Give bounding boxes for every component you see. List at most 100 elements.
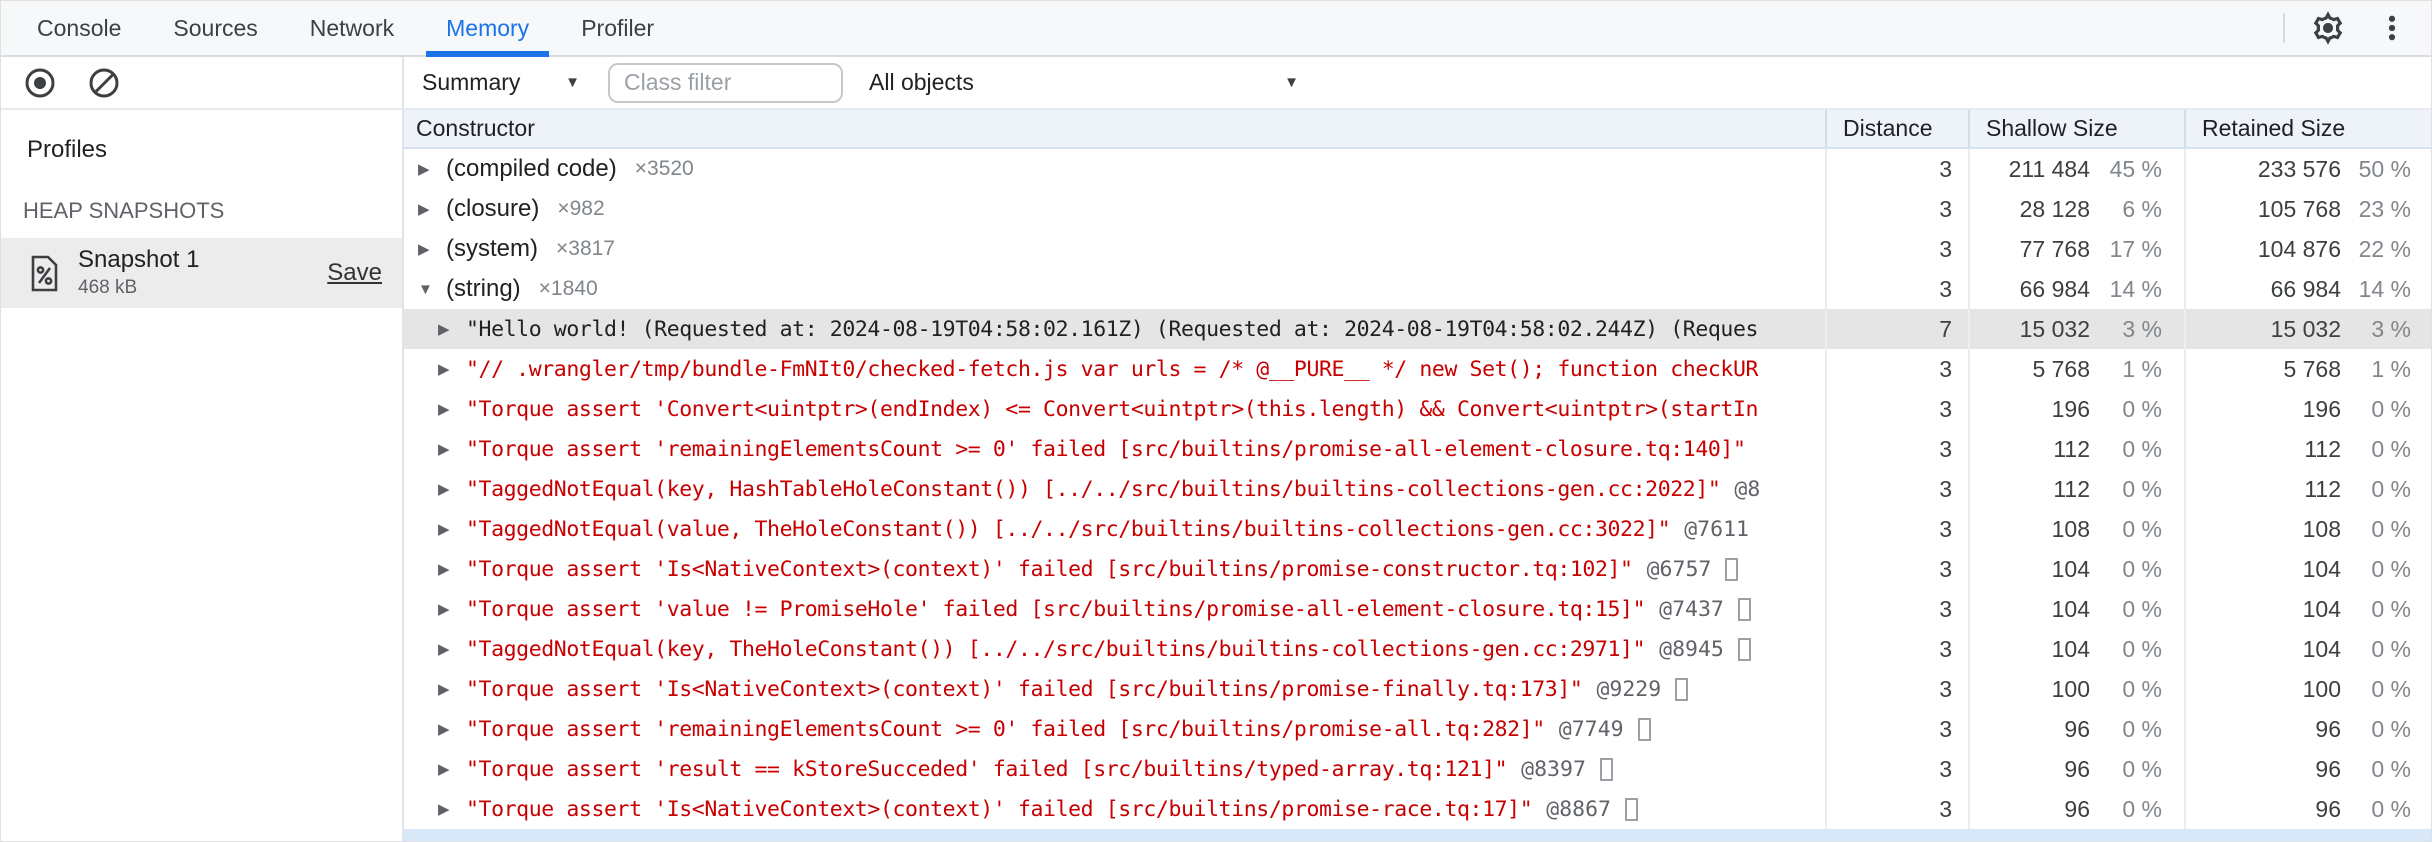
save-snapshot-link[interactable]: Save [327, 259, 382, 287]
retained-size-value: 104 [2302, 595, 2341, 622]
shallow-size-value: 108 [2051, 515, 2090, 542]
table-row[interactable]: ▶ "Torque assert 'Convert<uintptr>(endInd… [404, 389, 2431, 429]
expand-arrow-icon[interactable]: ▶ [418, 160, 446, 178]
missing-glyph-box [1599, 757, 1613, 781]
table-row[interactable]: ▶ "TaggedNotEqual(key, HashTableHoleConst… [404, 469, 2431, 509]
constructor-cell: ▶ "Torque assert 'remainingElementsCount … [404, 709, 1825, 749]
column-header-constructor[interactable]: Constructor [404, 110, 1825, 147]
object-id: @7749 [1558, 716, 1624, 742]
chevron-down-icon: ▼ [565, 74, 580, 91]
grid-rows: ▶ (compiled code) ×3520 3 211 484 45 % 233 576… [404, 149, 2431, 841]
shallow-size-value: 196 [2051, 395, 2090, 422]
sidebar-item-snapshot-1[interactable]: Snapshot 1 468 kB Save [1, 238, 402, 308]
clear-profiles-button[interactable] [83, 62, 125, 104]
table-row[interactable]: ▶ "// .wrangler/tmp/bundle-FmNIt0/checked… [404, 349, 2431, 389]
table-row[interactable]: ▶ "TaggedNotEqual(key, TheHoleConstant())… [404, 629, 2431, 669]
expand-arrow-icon[interactable]: ▶ [438, 640, 466, 658]
profiles-heading: Profiles [27, 136, 108, 163]
retained-size-percent: 0 % [2371, 675, 2411, 702]
tab-profiler[interactable]: Profiler [555, 1, 680, 55]
tab-memory[interactable]: Memory [420, 1, 555, 57]
distance-cell: 3 [1825, 469, 1968, 509]
shallow-size-cell: 112 0 % [1968, 469, 2184, 509]
expand-arrow-icon[interactable]: ▶ [438, 560, 466, 578]
retained-size-percent: 0 % [2371, 635, 2411, 662]
table-row[interactable]: ▶ "Torque assert 'Is<NativeContext>(conte… [404, 669, 2431, 709]
table-row[interactable]: ▶ "Torque assert 'Is<NativeContext>(conte… [404, 789, 2431, 829]
column-header-retained-size[interactable]: Retained Size [2184, 110, 2431, 147]
expand-arrow-icon[interactable]: ▶ [438, 480, 466, 498]
shallow-size-percent: 0 % [2122, 475, 2162, 502]
record-heap-snapshot-button[interactable] [19, 62, 61, 104]
expand-arrow-icon[interactable]: ▶ [438, 520, 466, 538]
retained-size-percent: 22 % [2358, 235, 2411, 262]
shallow-size-percent: 0 % [2122, 635, 2162, 662]
expand-arrow-icon[interactable]: ▶ [438, 680, 466, 698]
distance-cell: 3 [1825, 629, 1968, 669]
table-row[interactable]: ▶ (system) ×3817 3 77 768 17 % 104 876 22 % [404, 229, 2431, 269]
string-value: "Torque assert 'Is<NativeContext>(contex… [466, 676, 1583, 702]
table-row[interactable]: ▶ "Torque assert 'remainingElementsCount … [404, 709, 2431, 749]
retained-size-value: 66 984 [2270, 275, 2341, 302]
tab-network[interactable]: Network [284, 1, 420, 55]
constructor-cell: ▶ "Torque assert 'result == kStoreSuccede… [404, 749, 1825, 789]
expand-arrow-icon[interactable]: ▶ [418, 240, 446, 258]
table-row[interactable]: ▼ (string) ×1840 3 66 984 14 % 66 984 14 % [404, 269, 2431, 309]
perspective-select[interactable]: Summary ▼ [414, 63, 592, 103]
table-row[interactable]: ▶ "Torque assert 'result == kStoreSuccede… [404, 749, 2431, 789]
retained-size-percent: 50 % [2358, 155, 2411, 182]
shallow-size-cell: 104 0 % [1968, 549, 2184, 589]
tab-console[interactable]: Console [11, 1, 147, 55]
expand-arrow-icon[interactable]: ▶ [438, 360, 466, 378]
shallow-size-cell: 28 128 6 % [1968, 189, 2184, 229]
missing-glyph-box [1675, 677, 1689, 701]
column-header-shallow-size[interactable]: Shallow Size [1968, 110, 2184, 147]
retained-size-value: 105 768 [2257, 195, 2341, 222]
expand-arrow-icon[interactable]: ▶ [438, 320, 466, 338]
retained-size-percent: 0 % [2371, 435, 2411, 462]
expand-arrow-icon[interactable]: ▶ [438, 800, 466, 818]
objects-scope-select[interactable]: All objects ▼ [869, 63, 1309, 103]
retained-size-value: 100 [2302, 675, 2341, 702]
table-row[interactable]: ▶ "Hello world! (Requested at: 2024-08-19… [404, 309, 2431, 349]
table-row[interactable]: ▶ "TaggedNotEqual(value, TheHoleConstant(… [404, 509, 2431, 549]
constructor-cell: ▶ "Torque assert 'Is<NativeContext>(conte… [404, 789, 1825, 829]
constructor-cell: ▶ (compiled code) ×3520 [404, 149, 1825, 189]
table-row[interactable]: ▶ "Torque assert 'Is<NativeContext>(conte… [404, 549, 2431, 589]
horizontal-scrollbar[interactable] [404, 829, 2431, 841]
table-row[interactable]: ▶ (closure) ×982 3 28 128 6 % 105 768 23 % [404, 189, 2431, 229]
expand-arrow-icon[interactable]: ▶ [438, 440, 466, 458]
constructor-cell: ▶ "Torque assert 'Convert<uintptr>(endInd… [404, 389, 1825, 429]
distance-cell: 3 [1825, 709, 1968, 749]
heap-snapshot-icon [31, 255, 58, 292]
retained-size-cell: 196 0 % [2184, 389, 2431, 429]
snapshot-size: 468 kB [78, 276, 138, 298]
retained-size-cell: 104 0 % [2184, 589, 2431, 629]
string-value: "TaggedNotEqual(key, TheHoleConstant()) … [466, 636, 1646, 662]
collapse-arrow-icon[interactable]: ▼ [418, 281, 446, 298]
shallow-size-value: 96 [2064, 795, 2090, 822]
object-id: @6757 [1646, 556, 1712, 582]
expand-arrow-icon[interactable]: ▶ [418, 200, 446, 218]
constructor-cell: ▶ "Torque assert 'value != PromiseHole' f… [404, 589, 1825, 629]
settings-button[interactable] [2307, 7, 2349, 49]
expand-arrow-icon[interactable]: ▶ [438, 400, 466, 418]
more-options-button[interactable] [2371, 7, 2413, 49]
retained-size-cell: 233 576 50 % [2184, 149, 2431, 189]
table-row[interactable]: ▶ (compiled code) ×3520 3 211 484 45 % 233 576… [404, 149, 2431, 189]
tab-sources[interactable]: Sources [147, 1, 283, 55]
expand-arrow-icon[interactable]: ▶ [438, 600, 466, 618]
instance-count: ×982 [557, 197, 605, 220]
constructor-cell: ▶ (system) ×3817 [404, 229, 1825, 269]
retained-size-value: 104 [2302, 555, 2341, 582]
retained-size-percent: 0 % [2371, 515, 2411, 542]
retained-size-value: 5 768 [2283, 355, 2341, 382]
table-row[interactable]: ▶ "Torque assert 'value != PromiseHole' f… [404, 589, 2431, 629]
expand-arrow-icon[interactable]: ▶ [438, 760, 466, 778]
column-header-distance[interactable]: Distance [1825, 110, 1968, 147]
shallow-size-value: 96 [2064, 715, 2090, 742]
shallow-size-cell: 66 984 14 % [1968, 269, 2184, 309]
expand-arrow-icon[interactable]: ▶ [438, 720, 466, 738]
class-filter-input[interactable] [608, 62, 843, 103]
table-row[interactable]: ▶ "Torque assert 'remainingElementsCount … [404, 429, 2431, 469]
